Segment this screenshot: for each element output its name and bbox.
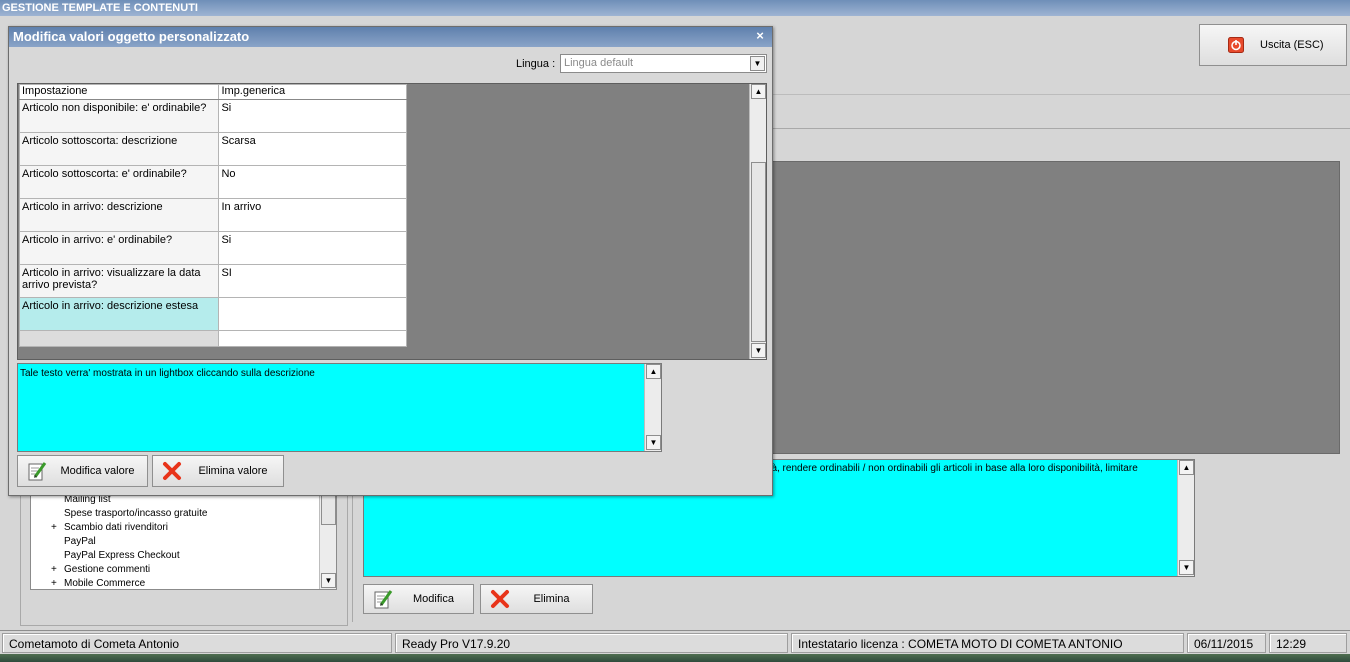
- expand-icon[interactable]: +: [51, 577, 57, 589]
- dialog-description-text: Tale testo verra' mostrata in un lightbo…: [20, 368, 315, 379]
- delete-value-label: Elimina valore: [198, 465, 268, 477]
- grid-row[interactable]: Articolo sottoscorta: descrizione Scarsa: [18, 132, 407, 166]
- scroll-up-arrow-icon[interactable]: ▲: [1179, 460, 1194, 475]
- grid-row[interactable]: Articolo in arrivo: descrizione In arriv…: [18, 198, 407, 232]
- status-time: 12:29: [1269, 633, 1347, 653]
- setting-value[interactable]: Scarsa: [218, 132, 407, 166]
- tree-list: Mailing list Spese trasporto/incasso gra…: [31, 491, 336, 589]
- scroll-down-arrow-icon[interactable]: ▼: [646, 435, 661, 450]
- edit-icon: [372, 588, 394, 610]
- status-company: Cometamoto di Cometa Antonio: [2, 633, 392, 653]
- column-header-value[interactable]: Imp.generica: [218, 84, 407, 100]
- tree-item-spese-trasporto[interactable]: Spese trasporto/incasso gratuite: [31, 507, 336, 521]
- language-value: Lingua default: [564, 57, 634, 69]
- status-bar: Cometamoto di Cometa Antonio Ready Pro V…: [0, 630, 1350, 654]
- column-header-setting[interactable]: Impostazione: [18, 84, 220, 100]
- edit-values-dialog: Modifica valori oggetto personalizzato ×…: [8, 26, 773, 496]
- tree-item-gestione-commenti[interactable]: + Gestione commenti: [31, 563, 336, 577]
- tree-item-mobile-commerce[interactable]: + Mobile Commerce: [31, 577, 336, 589]
- grid-scrollbar[interactable]: ▲ ▼: [749, 84, 766, 359]
- grid-header-row: Impostazione Imp.generica: [18, 84, 407, 100]
- tree-item-paypal[interactable]: PayPal: [31, 535, 336, 549]
- app-title: GESTIONE TEMPLATE E CONTENUTI: [2, 2, 198, 14]
- dialog-title: Modifica valori oggetto personalizzato: [13, 29, 250, 44]
- tree-item-scambio-dati[interactable]: + Scambio dati rivenditori: [31, 521, 336, 535]
- setting-key[interactable]: Articolo in arrivo: e' ordinabile?: [18, 231, 220, 265]
- setting-value[interactable]: Si: [218, 231, 407, 265]
- modify-label: Modifica: [413, 593, 454, 605]
- modify-value-label: Modifica valore: [60, 465, 135, 477]
- settings-grid: Impostazione Imp.generica Articolo non d…: [18, 84, 407, 347]
- setting-key[interactable]: Articolo non disponibile: e' ordinabile?: [18, 99, 220, 133]
- app-title-bar: GESTIONE TEMPLATE E CONTENUTI: [0, 0, 1350, 16]
- edit-icon: [26, 460, 48, 482]
- setting-value[interactable]: In arrivo: [218, 198, 407, 232]
- setting-key[interactable]: Articolo in arrivo: descrizione estesa: [18, 297, 220, 331]
- top-separator: [770, 94, 1350, 95]
- delete-x-icon: [489, 588, 511, 610]
- setting-key[interactable]: Articolo in arrivo: descrizione: [18, 198, 220, 232]
- modify-value-button[interactable]: Modifica valore: [17, 455, 148, 487]
- setting-key[interactable]: Articolo sottoscorta: e' ordinabile?: [18, 165, 220, 199]
- modify-button[interactable]: Modifica: [363, 584, 474, 614]
- setting-value[interactable]: Si: [218, 99, 407, 133]
- tree-scrollbar[interactable]: ▼: [319, 491, 336, 589]
- grid-row[interactable]: Articolo in arrivo: e' ordinabile? Si: [18, 231, 407, 265]
- setting-value[interactable]: SI: [218, 264, 407, 298]
- setting-value[interactable]: [218, 297, 407, 331]
- close-icon[interactable]: ×: [754, 29, 766, 43]
- os-taskbar: [0, 654, 1350, 662]
- setting-key[interactable]: Articolo in arrivo: visualizzare la data…: [18, 264, 220, 298]
- tree-scroll-thumb[interactable]: [321, 491, 336, 525]
- delete-button[interactable]: Elimina: [480, 584, 593, 614]
- grid-row[interactable]: Articolo non disponibile: e' ordinabile?…: [18, 99, 407, 133]
- exit-button[interactable]: Uscita (ESC): [1199, 24, 1347, 66]
- empty-cell: [18, 330, 220, 347]
- grid-row-selected[interactable]: Articolo in arrivo: descrizione estesa: [18, 297, 407, 331]
- dialog-title-bar[interactable]: Modifica valori oggetto personalizzato ×: [9, 27, 772, 47]
- settings-grid-container: Impostazione Imp.generica Articolo non d…: [17, 83, 767, 360]
- expand-icon[interactable]: +: [51, 521, 57, 535]
- scroll-down-arrow-icon[interactable]: ▼: [1179, 560, 1194, 575]
- grid-row[interactable]: Articolo sottoscorta: e' ordinabile? No: [18, 165, 407, 199]
- main-description-scrollbar[interactable]: ▲ ▼: [1177, 460, 1194, 576]
- main-description-text: ilità, rendere ordinabili / non ordinabi…: [762, 463, 1138, 474]
- grid-row[interactable]: Articolo in arrivo: visualizzare la data…: [18, 264, 407, 298]
- setting-key[interactable]: Articolo sottoscorta: descrizione: [18, 132, 220, 166]
- grid-scroll-thumb[interactable]: [751, 162, 766, 342]
- dialog-description-box[interactable]: Tale testo verra' mostrata in un lightbo…: [17, 363, 662, 452]
- grid-row-empty: [18, 330, 407, 347]
- delete-x-icon: [161, 460, 183, 482]
- status-license: Intestatario licenza : COMETA MOTO DI CO…: [791, 633, 1184, 653]
- tree-item-paypal-express[interactable]: PayPal Express Checkout: [31, 549, 336, 563]
- scroll-up-arrow-icon[interactable]: ▲: [646, 364, 661, 379]
- empty-cell: [218, 330, 407, 347]
- expand-icon[interactable]: +: [51, 563, 57, 577]
- exit-label: Uscita (ESC): [1260, 39, 1324, 51]
- language-select[interactable]: Lingua default ▼: [560, 54, 767, 73]
- power-icon: [1228, 37, 1244, 53]
- language-label: Lingua :: [516, 58, 556, 70]
- setting-value[interactable]: No: [218, 165, 407, 199]
- delete-label: Elimina: [533, 593, 570, 605]
- scroll-down-arrow-icon[interactable]: ▼: [321, 573, 336, 588]
- tree-view: Mailing list Spese trasporto/incasso gra…: [30, 490, 337, 590]
- scroll-down-arrow-icon[interactable]: ▼: [751, 343, 766, 358]
- scroll-up-arrow-icon[interactable]: ▲: [751, 84, 766, 99]
- dialog-description-scrollbar[interactable]: ▲ ▼: [644, 364, 661, 451]
- status-version: Ready Pro V17.9.20: [395, 633, 788, 653]
- chevron-down-icon[interactable]: ▼: [750, 56, 765, 71]
- delete-value-button[interactable]: Elimina valore: [152, 455, 284, 487]
- preview-area: [770, 161, 1340, 454]
- status-date: 06/11/2015: [1187, 633, 1266, 653]
